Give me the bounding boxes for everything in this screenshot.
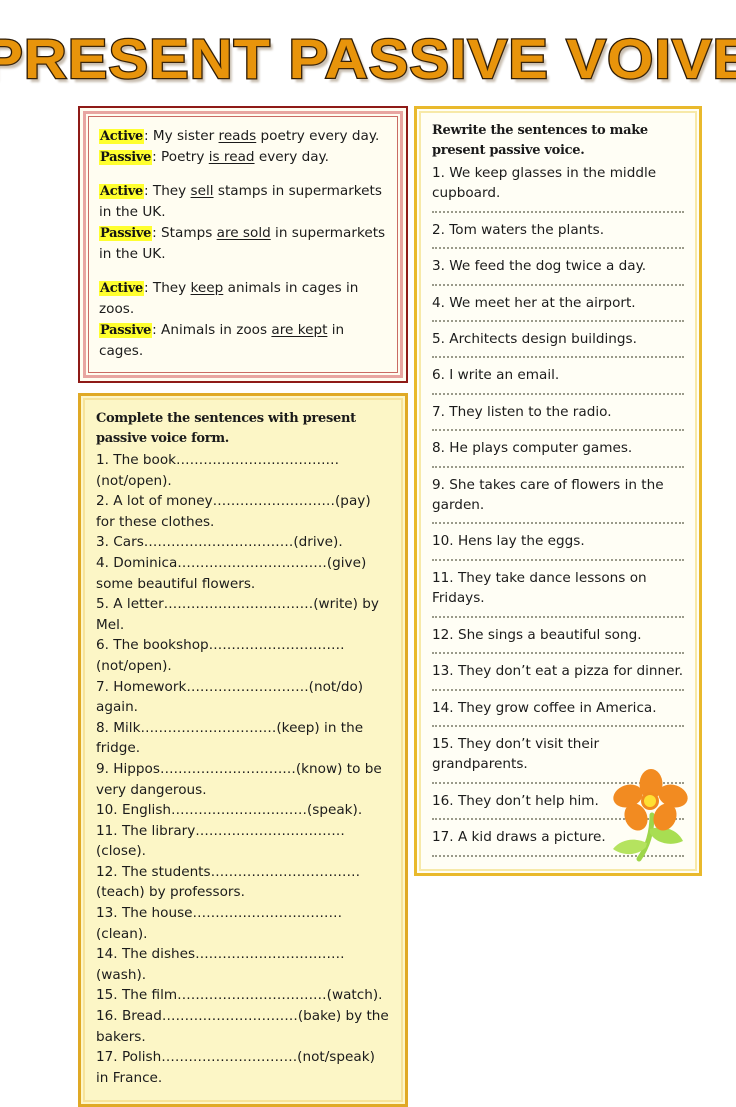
answer-line[interactable] (432, 652, 684, 655)
list-item[interactable]: 16. Bread…………………………(bake) by the bakers. (96, 1006, 390, 1047)
list-item[interactable]: 5. A letter……………………………(write) by Mel. (96, 594, 390, 635)
list-item[interactable]: 15. The film……………………………(watch). (96, 985, 390, 1006)
example-passive-post-1: every day. (254, 149, 329, 165)
example-passive-pre-2: : Stamps (152, 225, 217, 241)
active-label: Active (99, 129, 144, 144)
example-passive-2: Passive: Stamps are sold in supermarkets… (99, 223, 387, 265)
example-passive-3: Passive: Animals in zoos are kept in cag… (99, 320, 387, 362)
example-active-3: Active: They keep animals in cages in zo… (99, 278, 387, 320)
examples-box: Active: My sister reads poetry every day… (78, 106, 408, 383)
list-item[interactable]: 10. English…………………………(speak). (96, 800, 390, 821)
complete-exercise-heading: Complete the sentences with present pass… (96, 411, 356, 446)
complete-items-list: 1. The book………………………………(not/open). 2. A … (96, 450, 390, 1088)
answer-line[interactable] (432, 210, 684, 213)
example-passive-1: Passive: Poetry is read every day. (99, 147, 387, 168)
answer-line[interactable] (432, 429, 684, 432)
list-item[interactable]: 15. They don’t visit their grandparents. (432, 733, 684, 775)
list-item[interactable]: 1. The book………………………………(not/open). (96, 450, 390, 491)
rewrite-exercise-heading: Rewrite the sentences to make present pa… (432, 123, 648, 158)
passive-label: Passive (99, 323, 153, 338)
answer-line[interactable] (432, 247, 684, 250)
active-label: Active (99, 281, 144, 296)
list-item[interactable]: 12. The students……………………………(teach) by pr… (96, 862, 390, 903)
list-item[interactable]: 7. Homework………………………(not/do) again. (96, 677, 390, 718)
answer-line[interactable] (432, 392, 684, 395)
answer-line[interactable] (432, 465, 684, 468)
answer-line[interactable] (432, 724, 684, 727)
list-item[interactable]: 6. I write an email. (432, 364, 684, 385)
example-passive-pre-1: : Poetry (152, 149, 209, 165)
example-passive-verb-3: are kept (271, 322, 328, 338)
example-passive-pre-3: : Animals in zoos (152, 322, 272, 338)
example-passive-verb-2: are sold (216, 225, 271, 241)
worksheet-page: PRESENT PASSIVE VOIVE Active: My sister … (0, 0, 736, 1107)
answer-line[interactable] (432, 558, 684, 561)
list-item[interactable]: 14. They grow coffee in America. (432, 697, 684, 718)
list-item[interactable]: 3. Cars……………………………(drive). (96, 532, 390, 553)
example-active-post-1: poetry every day. (256, 128, 380, 144)
answer-line[interactable] (432, 854, 684, 857)
complete-exercise-content: Complete the sentences with present pass… (83, 398, 403, 1103)
active-label: Active (99, 184, 144, 199)
answer-line[interactable] (432, 781, 684, 784)
rewrite-exercise-content: Rewrite the sentences to make present pa… (419, 111, 697, 871)
example-active-verb-2: sell (190, 183, 214, 199)
list-item[interactable]: 8. He plays computer games. (432, 437, 684, 458)
right-column: Rewrite the sentences to make present pa… (414, 106, 702, 876)
example-active-1: Active: My sister reads poetry every day… (99, 126, 387, 147)
answer-line[interactable] (432, 615, 684, 618)
examples-box-frame-mid: Active: My sister reads poetry every day… (83, 111, 403, 378)
passive-label: Passive (99, 226, 153, 241)
passive-label: Passive (99, 150, 153, 165)
list-item[interactable]: 13. They don’t eat a pizza for dinner. (432, 660, 684, 681)
complete-exercise-box: Complete the sentences with present pass… (78, 393, 408, 1107)
list-item[interactable]: 4. Dominica……………………………(give) some beauti… (96, 553, 390, 594)
answer-line[interactable] (432, 283, 684, 286)
example-active-2: Active: They sell stamps in supermarkets… (99, 181, 387, 223)
list-item[interactable]: 14. The dishes……………………………(wash). (96, 944, 390, 985)
list-item[interactable]: 2. A lot of money………………………(pay) for thes… (96, 491, 390, 532)
example-active-pre-2: : They (143, 183, 191, 199)
list-item[interactable]: 11. The library……………………………(close). (96, 821, 390, 862)
list-item[interactable]: 13. The house……………………………(clean). (96, 903, 390, 944)
list-item[interactable]: 5. Architects design buildings. (432, 328, 684, 349)
example-active-verb-1: reads (218, 128, 257, 144)
content-columns: Active: My sister reads poetry every day… (78, 106, 702, 1107)
list-item[interactable]: 2. Tom waters the plants. (432, 219, 684, 240)
example-active-verb-3: keep (190, 280, 224, 296)
list-item[interactable]: 1. We keep glasses in the middle cupboar… (432, 162, 684, 204)
flower-icon (613, 768, 688, 862)
list-item[interactable]: 6. The bookshop…………………………(not/open). (96, 635, 390, 676)
list-item[interactable]: 7. They listen to the radio. (432, 401, 684, 422)
list-item[interactable]: 4. We meet her at the airport. (432, 292, 684, 313)
list-item[interactable]: 8. Milk…………………………(keep) in the fridge. (96, 718, 390, 759)
list-item[interactable]: 16. They don’t help him. (432, 790, 684, 811)
example-passive-verb-1: is read (208, 149, 255, 165)
list-item[interactable]: 17. Polish…………………………(not/speak) in Franc… (96, 1047, 390, 1088)
answer-line[interactable] (432, 522, 684, 525)
list-item[interactable]: 17. A kid draws a picture. (432, 826, 684, 847)
example-active-pre-1: : My sister (143, 128, 219, 144)
answer-line[interactable] (432, 688, 684, 691)
page-title: PRESENT PASSIVE VOIVE (0, 26, 736, 91)
list-item[interactable]: 10. Hens lay the eggs. (432, 530, 684, 551)
list-item[interactable]: 3. We feed the dog twice a day. (432, 255, 684, 276)
list-item[interactable]: 9. She takes care of flowers in the gard… (432, 474, 684, 516)
answer-line[interactable] (432, 356, 684, 359)
list-item[interactable]: 12. She sings a beautiful song. (432, 624, 684, 645)
left-column: Active: My sister reads poetry every day… (78, 106, 408, 1107)
rewrite-exercise-box: Rewrite the sentences to make present pa… (414, 106, 702, 876)
answer-line[interactable] (432, 818, 684, 821)
list-item[interactable]: 9. Hippos…………………………(know) to be very dan… (96, 759, 390, 800)
examples-box-content: Active: My sister reads poetry every day… (88, 116, 398, 373)
page-title-area: PRESENT PASSIVE VOIVE (0, 26, 736, 100)
answer-line[interactable] (432, 320, 684, 323)
list-item[interactable]: 11. They take dance lessons on Fridays. (432, 567, 684, 609)
example-active-pre-3: : They (143, 280, 191, 296)
